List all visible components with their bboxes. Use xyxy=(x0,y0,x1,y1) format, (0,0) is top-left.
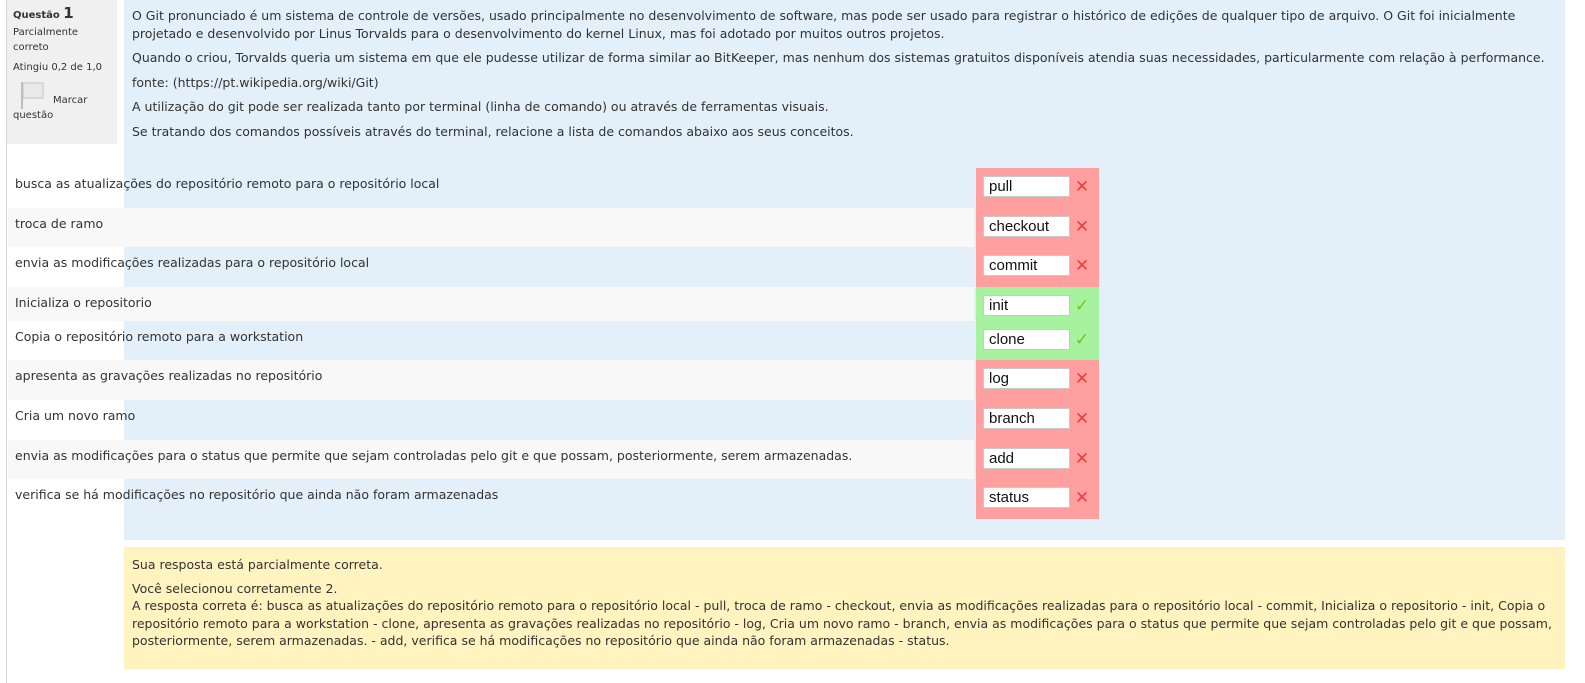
feedback-panel: Sua resposta está parcialmente correta. … xyxy=(124,547,1565,669)
question-number: Questão 1 xyxy=(13,4,74,22)
flag-label-1: Marcar xyxy=(53,95,88,106)
match-concept: Cria um novo ramo xyxy=(15,408,136,423)
match-row: Cria um novo ramo xyxy=(8,400,974,440)
match-row: Copia o repositório remoto para a workst… xyxy=(8,321,974,360)
question-text: O Git pronunciado é um sistema de contro… xyxy=(132,7,1552,147)
answer-select[interactable]: branch xyxy=(983,408,1070,429)
match-concept: Copia o repositório remoto para a workst… xyxy=(15,329,304,344)
incorrect-x-icon: ✕ xyxy=(1074,449,1090,469)
match-concept: envia as modificações para o status que … xyxy=(15,448,853,463)
answer-select[interactable]: checkout xyxy=(983,216,1070,237)
question-state: Parcialmente correto xyxy=(13,27,79,53)
answer-select[interactable]: status xyxy=(983,487,1070,508)
incorrect-x-icon: ✕ xyxy=(1074,369,1090,389)
answer-column: pull ✕ checkout ✕ commit ✕ init ✓ clone ✓ log ✕ bran… xyxy=(976,168,1099,519)
match-concept: troca de ramo xyxy=(15,216,104,231)
question-grade: Atingiu 0,2 de 1,0 xyxy=(13,62,103,73)
quiz-page: Questão 1 Parcialmente correto Atingiu 0… xyxy=(0,0,1585,683)
question-instruction: Se tratando dos comandos possíveis atrav… xyxy=(132,123,854,139)
match-row: busca as atualizações do repositório rem… xyxy=(8,168,974,208)
question-info-panel: Questão 1 Parcialmente correto Atingiu 0… xyxy=(7,0,117,144)
question-paragraph: Quando o criou, Torvalds queria um siste… xyxy=(132,50,1545,65)
question-source: fonte: (https://pt.wikipedia.org/wiki/Gi… xyxy=(132,74,379,90)
match-row: envia as modificações realizadas para o … xyxy=(8,247,974,287)
question-paragraph: A utilização do git pode ser realizada t… xyxy=(132,99,829,114)
feedback-correct-answer: A resposta correta é: busca as atualizaç… xyxy=(132,598,1552,648)
incorrect-x-icon: ✕ xyxy=(1074,488,1090,508)
flag-icon xyxy=(21,82,44,109)
match-row: envia as modificações para o status que … xyxy=(8,440,974,479)
match-concept: Inicializa o repositorio xyxy=(15,295,152,310)
question-paragraph: O Git pronunciado é um sistema de contro… xyxy=(132,8,1516,41)
incorrect-x-icon: ✕ xyxy=(1074,409,1090,429)
match-concept: busca as atualizações do repositório rem… xyxy=(15,176,440,191)
incorrect-x-icon: ✕ xyxy=(1074,177,1090,197)
answer-select[interactable]: commit xyxy=(983,255,1070,276)
correct-check-icon: ✓ xyxy=(1074,296,1090,316)
incorrect-x-icon: ✕ xyxy=(1074,256,1090,276)
incorrect-x-icon: ✕ xyxy=(1074,217,1090,237)
match-row: Inicializa o repositorio xyxy=(8,287,974,321)
match-row: verifica se há modificações no repositór… xyxy=(8,479,974,519)
answer-select[interactable]: add xyxy=(983,448,1070,469)
feedback-summary: Sua resposta está parcialmente correta. xyxy=(132,557,383,572)
flag-label-2: questão xyxy=(13,110,54,121)
correct-check-icon: ✓ xyxy=(1074,330,1090,350)
match-concept: apresenta as gravações realizadas no rep… xyxy=(15,368,323,383)
match-row: apresenta as gravações realizadas no rep… xyxy=(8,360,974,400)
match-row: troca de ramo xyxy=(8,208,974,247)
answer-select[interactable]: log xyxy=(983,368,1070,389)
answer-select[interactable]: init xyxy=(983,295,1070,316)
feedback-selected: Você selecionou corretamente 2. xyxy=(132,580,338,596)
answer-select[interactable]: clone xyxy=(983,329,1070,350)
match-concept: envia as modificações realizadas para o … xyxy=(15,255,370,270)
answer-select[interactable]: pull xyxy=(983,176,1070,197)
match-concept: verifica se há modificações no repositór… xyxy=(15,487,499,502)
match-table: busca as atualizações do repositório rem… xyxy=(8,168,974,519)
flag-question-button[interactable]: Marcar questão xyxy=(13,77,111,125)
